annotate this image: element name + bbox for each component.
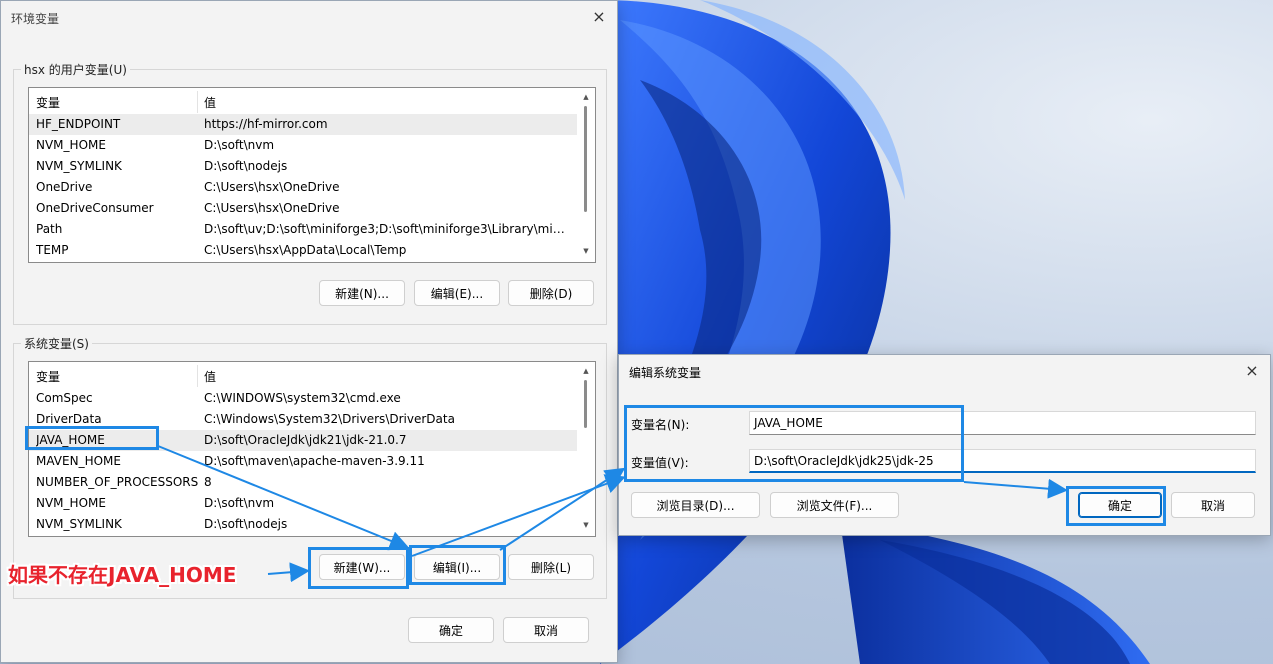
- dialog-title: 编辑系统变量: [629, 366, 702, 380]
- table-row[interactable]: NVM_HOME D:\soft\nvm: [29, 135, 577, 156]
- list-header: 变量 值: [29, 88, 595, 114]
- var-value: D:\soft\OracleJdk\jdk21\jdk-21.0.7: [204, 433, 407, 447]
- var-name: OneDrive: [36, 180, 93, 194]
- browse-directory-button[interactable]: 浏览目录(D)...: [631, 492, 760, 518]
- var-value: C:\Windows\System32\Drivers\DriverData: [204, 412, 455, 426]
- var-name: ComSpec: [36, 391, 93, 405]
- highlight-system-edit-button: [409, 545, 506, 585]
- user-new-button[interactable]: 新建(N)...: [319, 280, 405, 306]
- edit-cancel-button[interactable]: 取消: [1171, 492, 1255, 518]
- column-header-value[interactable]: 值: [204, 94, 216, 111]
- system-vars-label: 系统变量(S): [21, 335, 92, 352]
- column-header-value[interactable]: 值: [204, 368, 216, 385]
- column-header-variable[interactable]: 变量: [36, 94, 60, 111]
- highlight-java-home-row: [25, 426, 159, 450]
- var-name: MAVEN_HOME: [36, 454, 121, 468]
- user-delete-button[interactable]: 删除(D): [508, 280, 594, 306]
- var-value: 8: [204, 475, 212, 489]
- vertical-scrollbar[interactable]: ▲ ▼: [578, 362, 594, 534]
- table-row[interactable]: OneDrive C:\Users\hsx\OneDrive: [29, 177, 577, 198]
- list-header: 变量 值: [29, 362, 595, 388]
- var-value: D:\soft\nvm: [204, 138, 275, 152]
- system-delete-button[interactable]: 删除(L): [508, 554, 594, 580]
- scroll-down-icon[interactable]: ▼: [578, 244, 594, 258]
- title-bar[interactable]: 环境变量 ×: [1, 1, 617, 33]
- close-icon[interactable]: ×: [581, 1, 617, 33]
- cancel-button[interactable]: 取消: [503, 617, 589, 643]
- var-name: NVM_SYMLINK: [36, 159, 122, 173]
- var-value: D:\soft\nvm: [204, 496, 275, 510]
- user-vars-label: hsx 的用户变量(U): [21, 61, 130, 78]
- title-bar[interactable]: 编辑系统变量 ×: [619, 355, 1270, 387]
- ok-button[interactable]: 确定: [408, 617, 494, 643]
- var-value: D:\soft\uv;D:\soft\miniforge3;D:\soft\mi…: [204, 222, 572, 236]
- var-name: Path: [36, 222, 63, 236]
- column-divider[interactable]: [197, 365, 198, 387]
- var-name: TEMP: [36, 243, 69, 257]
- var-value: C:\Users\hsx\AppData\Local\Temp: [204, 243, 407, 257]
- var-value: D:\soft\nodejs: [204, 517, 288, 531]
- var-name: OneDriveConsumer: [36, 201, 154, 215]
- column-divider[interactable]: [197, 91, 198, 113]
- table-row[interactable]: TEMP C:\Users\hsx\AppData\Local\Temp: [29, 240, 577, 261]
- table-row[interactable]: NVM_HOME D:\soft\nvm: [29, 493, 577, 514]
- close-icon[interactable]: ×: [1234, 355, 1270, 387]
- table-row[interactable]: NVM_SYMLINK D:\soft\nodejs: [29, 156, 577, 177]
- var-value: https://hf-mirror.com: [204, 117, 328, 131]
- scroll-thumb[interactable]: [584, 380, 587, 428]
- user-vars-list[interactable]: 变量 值 HF_ENDPOINT https://hf-mirror.com N…: [28, 87, 596, 263]
- var-name: DriverData: [36, 412, 102, 426]
- table-row[interactable]: OneDriveConsumer C:\Users\hsx\OneDrive: [29, 198, 577, 219]
- var-value: C:\Users\hsx\OneDrive: [204, 201, 340, 215]
- table-row[interactable]: NVM_SYMLINK D:\soft\nodejs: [29, 514, 577, 535]
- browse-file-button[interactable]: 浏览文件(F)...: [770, 492, 899, 518]
- callout-text: 如果不存在JAVA_HOME: [8, 563, 237, 587]
- scroll-up-icon[interactable]: ▲: [578, 364, 594, 378]
- scroll-down-icon[interactable]: ▼: [578, 518, 594, 532]
- dialog-title: 环境变量: [11, 12, 60, 26]
- table-row[interactable]: NUMBER_OF_PROCESSORS 8: [29, 472, 577, 493]
- var-name: NUMBER_OF_PROCESSORS: [36, 475, 199, 489]
- table-row[interactable]: MAVEN_HOME D:\soft\maven\apache-maven-3.…: [29, 451, 577, 472]
- var-name: NVM_HOME: [36, 138, 106, 152]
- table-row[interactable]: ComSpec C:\WINDOWS\system32\cmd.exe: [29, 388, 577, 409]
- highlight-edit-ok-button: [1066, 486, 1166, 526]
- var-name: NVM_SYMLINK: [36, 517, 122, 531]
- column-header-variable[interactable]: 变量: [36, 368, 60, 385]
- highlight-edit-fields: [624, 405, 964, 482]
- scroll-thumb[interactable]: [584, 106, 587, 212]
- var-value: C:\WINDOWS\system32\cmd.exe: [204, 391, 401, 405]
- table-row[interactable]: HF_ENDPOINT https://hf-mirror.com: [29, 114, 577, 135]
- var-name: HF_ENDPOINT: [36, 117, 121, 131]
- var-value: D:\soft\nodejs: [204, 159, 288, 173]
- var-name: NVM_HOME: [36, 496, 106, 510]
- highlight-system-new-button: [308, 547, 409, 589]
- scroll-up-icon[interactable]: ▲: [578, 90, 594, 104]
- vertical-scrollbar[interactable]: ▲ ▼: [578, 88, 594, 260]
- var-value: D:\soft\maven\apache-maven-3.9.11: [204, 454, 425, 468]
- user-edit-button[interactable]: 编辑(E)...: [414, 280, 500, 306]
- table-row[interactable]: Path D:\soft\uv;D:\soft\miniforge3;D:\so…: [29, 219, 577, 240]
- var-value: C:\Users\hsx\OneDrive: [204, 180, 340, 194]
